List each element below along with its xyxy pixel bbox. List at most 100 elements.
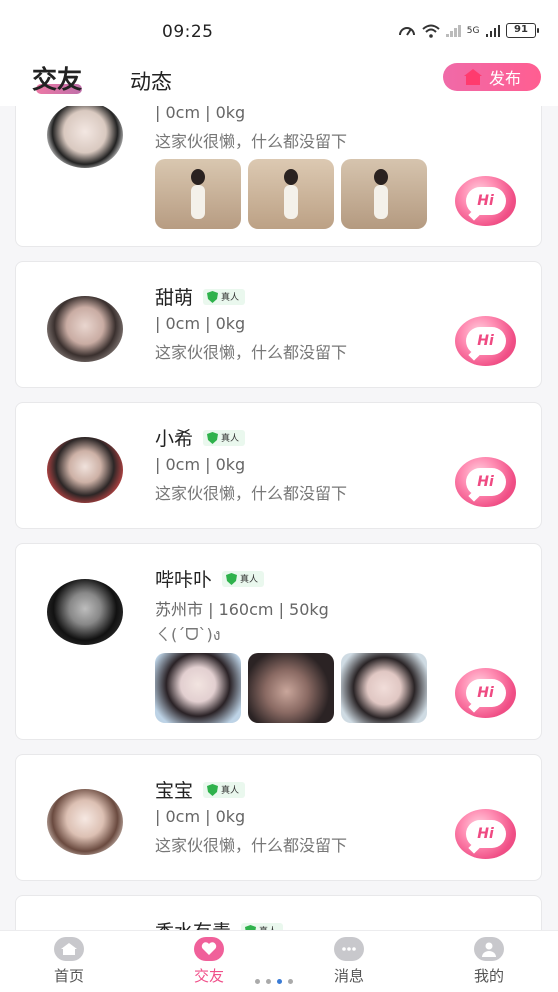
tab-friends[interactable]: 交友 [32, 60, 82, 96]
battery-level: 91 [514, 24, 528, 35]
home-icon [54, 937, 84, 961]
photo-row [155, 653, 427, 723]
nav-messages-label: 消息 [333, 967, 364, 985]
avatar[interactable] [47, 789, 123, 855]
nav-messages[interactable]: 消息 [309, 937, 389, 986]
avatar[interactable] [47, 437, 123, 503]
battery-icon: 91 [506, 23, 539, 38]
say-hi-button[interactable]: Hi [455, 809, 516, 859]
tab-moments-label: 动态 [130, 70, 172, 94]
profile-card[interactable]: | 0cm | 0kg 这家伙很懒，什么都没留下 Hi [15, 106, 542, 247]
verified-badge: 真人 [203, 781, 246, 798]
chat-bubble-icon: Hi [465, 187, 506, 215]
photo-thumb[interactable] [248, 159, 334, 229]
signal-icon-2 [485, 24, 500, 37]
verified-label: 真人 [240, 575, 259, 585]
photo-thumb[interactable] [155, 653, 241, 723]
home-icon [463, 69, 482, 85]
speed-icon [399, 27, 416, 36]
profile-name: 香水有毒 [155, 917, 231, 930]
verified-badge: 真人 [203, 288, 246, 305]
network-type-label: 5G [466, 25, 480, 36]
photo-row [155, 159, 427, 229]
hi-label: Hi [477, 193, 494, 209]
nav-home-label: 首页 [53, 967, 84, 985]
hi-label: Hi [477, 474, 494, 490]
tab-moments[interactable]: 动态 [130, 66, 172, 96]
photo-thumb[interactable] [341, 653, 427, 723]
profile-list: | 0cm | 0kg 这家伙很懒，什么都没留下 Hi 甜萌 真人 | 0cm … [0, 106, 558, 930]
say-hi-button[interactable]: Hi [455, 457, 516, 507]
verified-label: 真人 [221, 786, 240, 796]
hi-label: Hi [477, 333, 494, 349]
say-hi-button[interactable]: Hi [455, 176, 516, 226]
name-row: 宝宝 真人 [155, 776, 246, 803]
profile-bio: 这家伙很懒，什么都没留下 [155, 484, 348, 503]
hi-label: Hi [477, 826, 494, 842]
name-row: 香水有毒 真人 [155, 917, 284, 930]
shield-icon [226, 572, 238, 585]
shield-icon [207, 431, 219, 444]
say-hi-button[interactable]: Hi [455, 668, 516, 718]
profile-bio: ㄑ(´ᗜ`)ง [155, 625, 221, 644]
hi-label: Hi [477, 685, 494, 701]
nav-friends[interactable]: 交友 [169, 937, 249, 986]
profile-bio: 这家伙很懒，什么都没留下 [155, 836, 348, 855]
heart-icon [194, 937, 224, 961]
avatar[interactable] [47, 106, 123, 168]
profile-card[interactable]: 宝宝 真人 | 0cm | 0kg 这家伙很懒，什么都没留下 Hi [15, 754, 542, 881]
photo-thumb[interactable] [248, 653, 334, 723]
verified-badge: 真人 [241, 922, 284, 930]
profile-card[interactable]: 小希 真人 | 0cm | 0kg 这家伙很懒，什么都没留下 Hi [15, 402, 542, 529]
name-row: 甜萌 真人 [155, 283, 246, 310]
shield-icon [207, 290, 219, 303]
verified-label: 真人 [221, 293, 240, 303]
nav-friends-label: 交友 [193, 967, 224, 985]
chat-bubble-icon: Hi [465, 679, 506, 707]
chat-bubble-icon: Hi [465, 468, 506, 496]
chat-icon [334, 937, 364, 961]
signal-icon [446, 24, 461, 37]
profile-name: 小希 [155, 428, 194, 450]
profile-card[interactable]: 甜萌 真人 | 0cm | 0kg 这家伙很懒，什么都没留下 Hi [15, 261, 542, 388]
bottom-nav: 首页 交友 消息 我的 [0, 930, 558, 992]
profile-bio: 这家伙很懒，什么都没留下 [155, 343, 348, 362]
name-row: 小希 真人 [155, 424, 246, 451]
publish-button[interactable]: 发布 [443, 63, 541, 91]
nav-profile-label: 我的 [473, 967, 504, 985]
profile-info: 苏州市 | 160cm | 50kg [155, 600, 329, 619]
profile-name: 哔咔卟 [155, 569, 213, 591]
shield-icon [207, 783, 219, 796]
app-screen: 09:25 5G 91 交友 动态 发布 | 0cm | 0kg 这家伙很懒，什… [0, 0, 558, 992]
avatar[interactable] [47, 579, 123, 645]
photo-thumb[interactable] [341, 159, 427, 229]
profile-info: | 0cm | 0kg [155, 314, 246, 333]
avatar[interactable] [47, 296, 123, 362]
profile-name: 宝宝 [155, 780, 194, 802]
name-row: 哔咔卟 真人 [155, 565, 265, 592]
profile-bio: 这家伙很懒，什么都没留下 [155, 132, 348, 151]
publish-label: 发布 [488, 69, 521, 88]
status-icons: 5G 91 [398, 23, 539, 38]
profile-card[interactable]: 哔咔卟 真人 苏州市 | 160cm | 50kg ㄑ(´ᗜ`)ง Hi [15, 543, 542, 740]
nav-home[interactable]: 首页 [29, 937, 109, 986]
tab-friends-label: 交友 [32, 65, 83, 94]
nav-profile[interactable]: 我的 [449, 937, 529, 986]
verified-badge: 真人 [222, 570, 265, 587]
profile-icon [474, 937, 504, 961]
verified-label: 真人 [221, 434, 240, 444]
wifi-icon [422, 24, 440, 38]
status-time: 09:25 [162, 22, 214, 42]
profile-info: | 0cm | 0kg [155, 807, 246, 826]
page-dots [255, 979, 293, 984]
profile-info: | 0cm | 0kg [155, 106, 246, 122]
profile-card[interactable]: 香水有毒 真人 [15, 895, 542, 930]
photo-thumb[interactable] [155, 159, 241, 229]
profile-name: 甜萌 [155, 287, 194, 309]
chat-bubble-icon: Hi [465, 327, 506, 355]
top-header: 交友 动态 发布 [0, 62, 558, 106]
say-hi-button[interactable]: Hi [455, 316, 516, 366]
status-bar: 09:25 5G 91 [0, 0, 558, 62]
verified-badge: 真人 [203, 429, 246, 446]
chat-bubble-icon: Hi [465, 820, 506, 848]
